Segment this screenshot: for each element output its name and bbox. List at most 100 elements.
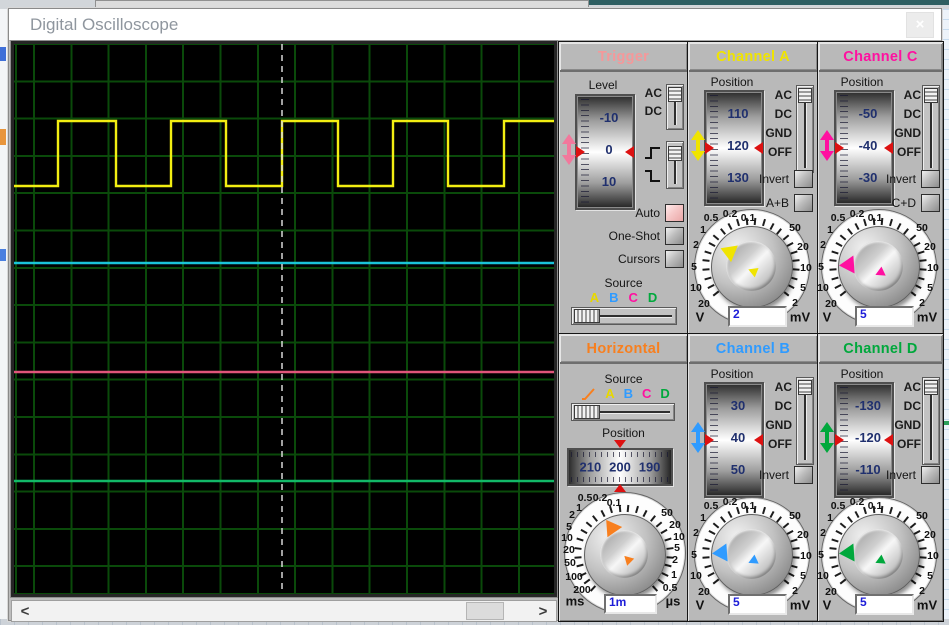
knob-scale-label: 1 <box>671 569 677 581</box>
scale-value-input[interactable]: 5 <box>855 306 914 327</box>
scale-value-input[interactable]: 5 <box>855 594 914 615</box>
knob-scale-label: 2 <box>693 527 699 539</box>
horizontal-source-slider[interactable] <box>571 403 675 421</box>
channel-b-scale-knob[interactable]: 0.5 0.2 0.1 1 2 5 10 20 50 20 10 5 2 VmV 5 <box>690 496 816 618</box>
knob-scale-label: 1 <box>700 512 706 524</box>
coupling-slider[interactable] <box>922 85 940 173</box>
title-bar[interactable]: Digital Oscilloscope × <box>9 9 941 41</box>
auto-button[interactable] <box>665 203 684 222</box>
trigger-level-drum[interactable]: -10 0 10 <box>575 94 635 210</box>
scale-value-input[interactable]: 2 <box>728 306 787 327</box>
knob-scale-label: 50 <box>789 222 801 234</box>
drum-marker-right-icon <box>884 142 893 154</box>
panel-header: Trigger <box>560 43 687 72</box>
knob-cap[interactable] <box>853 241 903 291</box>
scope-screen <box>14 44 554 594</box>
invert-button[interactable] <box>921 465 940 484</box>
coupling-label-gnd: GND <box>894 126 921 140</box>
position-nudge-arrow-icon[interactable] <box>820 422 834 453</box>
panel-title: Channel C <box>843 49 918 65</box>
knob-unit-label: mV <box>916 309 938 325</box>
slider-thumb[interactable] <box>574 309 600 323</box>
knob-cap[interactable] <box>726 529 776 579</box>
knob-cap[interactable] <box>853 529 903 579</box>
knob-unit-label: mV <box>916 597 938 613</box>
invert-button[interactable] <box>794 169 813 188</box>
invert-button[interactable] <box>794 465 813 484</box>
knob-scale-label: 0.5 <box>703 212 719 224</box>
trigger-source-slider[interactable] <box>571 307 677 325</box>
trigger-coupling-slider[interactable] <box>666 84 684 130</box>
slider-thumb[interactable] <box>668 146 682 161</box>
trace-channel-a <box>14 119 554 188</box>
timebase-knob[interactable]: 0.5 0.2 0.1 1 2 5 10 20 50 100 200 50 20 10 5 2 1 0.5 ms µs… <box>561 492 687 621</box>
position-nudge-arrow-icon[interactable] <box>820 130 834 161</box>
channel-d-scale-knob[interactable]: 0.5 0.2 0.1 1 2 5 10 20 50 20 10 5 2 VmV 5 <box>817 496 943 618</box>
coupling-label-off: OFF <box>768 145 792 159</box>
knob-scale-label: 2 <box>820 239 826 251</box>
slider-thumb[interactable] <box>668 87 682 102</box>
invert-label: Invert <box>885 171 916 186</box>
one-shot-button[interactable] <box>665 226 684 245</box>
position-nudge-arrow-icon[interactable] <box>691 130 705 161</box>
invert-button[interactable] <box>921 169 940 188</box>
drum-marker-right-icon <box>754 142 763 154</box>
channel-a-panel: Channel A Position 110 120 130 AC DC GND <box>687 41 819 335</box>
horizontal-scrollbar[interactable]: < > <box>11 600 557 622</box>
knob-scale-label: 50 <box>916 222 928 234</box>
knob-scale-label: 10 <box>817 282 829 294</box>
position-drum[interactable]: -50 -40 -30 <box>834 90 894 206</box>
scrollbar-thumb[interactable] <box>466 602 504 620</box>
position-nudge-arrow-icon[interactable] <box>691 422 705 453</box>
knob-scale-label: 0.1 <box>867 212 883 224</box>
knob-unit-label: mV <box>789 309 811 325</box>
knob-scale-label: 2 <box>919 297 925 309</box>
slider-thumb[interactable] <box>924 380 938 395</box>
trigger-source-letters: ABCD <box>559 290 688 305</box>
close-button[interactable]: × <box>906 12 934 38</box>
scale-value-input[interactable]: 1m <box>604 594 657 614</box>
scroll-left-arrow[interactable]: < <box>14 601 36 621</box>
coupling-slider[interactable] <box>796 85 814 173</box>
slider-thumb[interactable] <box>798 380 812 395</box>
drum-value: -50 <box>858 106 878 121</box>
channel-a-scale-knob[interactable]: 0.5 0.2 0.1 1 2 5 10 20 50 20 10 5 2 VmV 2 <box>690 208 816 330</box>
knob-scale-label: 0.5 <box>703 500 719 512</box>
coupling-slider[interactable] <box>796 377 814 465</box>
channel-c-scale-knob[interactable]: 0.5 0.2 0.1 1 2 5 10 20 50 20 10 5 2 VmV 5 <box>817 208 943 330</box>
coupling-slider[interactable] <box>922 377 940 465</box>
slider-thumb[interactable] <box>798 88 812 103</box>
level-nudge-arrow-icon[interactable] <box>562 134 576 165</box>
position-drum[interactable]: 110 120 130 <box>704 90 764 206</box>
scale-value-input[interactable]: 5 <box>728 594 787 615</box>
source-channel-b: B <box>623 386 633 401</box>
trigger-edge-slider[interactable] <box>666 141 684 189</box>
knob-scale-label: 20 <box>698 586 710 598</box>
slider-thumb[interactable] <box>574 405 600 419</box>
position-drum[interactable]: 30 40 50 <box>704 382 764 498</box>
cursors-button[interactable] <box>665 249 684 268</box>
knob-scale-label: 100 <box>565 571 583 583</box>
channel-d-panel: Channel D Position -130 -120 -110 AC DC … <box>817 333 944 622</box>
knob-scale-label: 2 <box>693 239 699 251</box>
knob-scale-label: 10 <box>817 570 829 582</box>
coupling-label-gnd: GND <box>765 418 792 432</box>
knob-scale-label: 10 <box>800 262 812 274</box>
coupling-label-gnd: GND <box>894 418 921 432</box>
slider-thumb[interactable] <box>924 88 938 103</box>
knob-scale-label: 20 <box>924 241 936 253</box>
knob-scale-label: 20 <box>825 586 837 598</box>
position-label: Position <box>840 367 884 381</box>
panel-header: Horizontal <box>560 335 687 364</box>
invert-label: Invert <box>758 171 789 186</box>
knob-scale-label: 5 <box>818 261 824 273</box>
a-plus-b-button[interactable] <box>794 193 813 212</box>
c-plus-d-button[interactable] <box>921 193 940 212</box>
source-channel-a: A <box>589 290 600 305</box>
falling-edge-icon <box>645 170 660 182</box>
knob-unit-label: mV <box>789 597 811 613</box>
horizontal-position-drum[interactable]: 210 200 190 <box>567 440 673 492</box>
panel-header: Channel B <box>689 335 817 364</box>
scroll-right-arrow[interactable]: > <box>532 601 554 621</box>
knob-scale-label: 10 <box>690 282 702 294</box>
